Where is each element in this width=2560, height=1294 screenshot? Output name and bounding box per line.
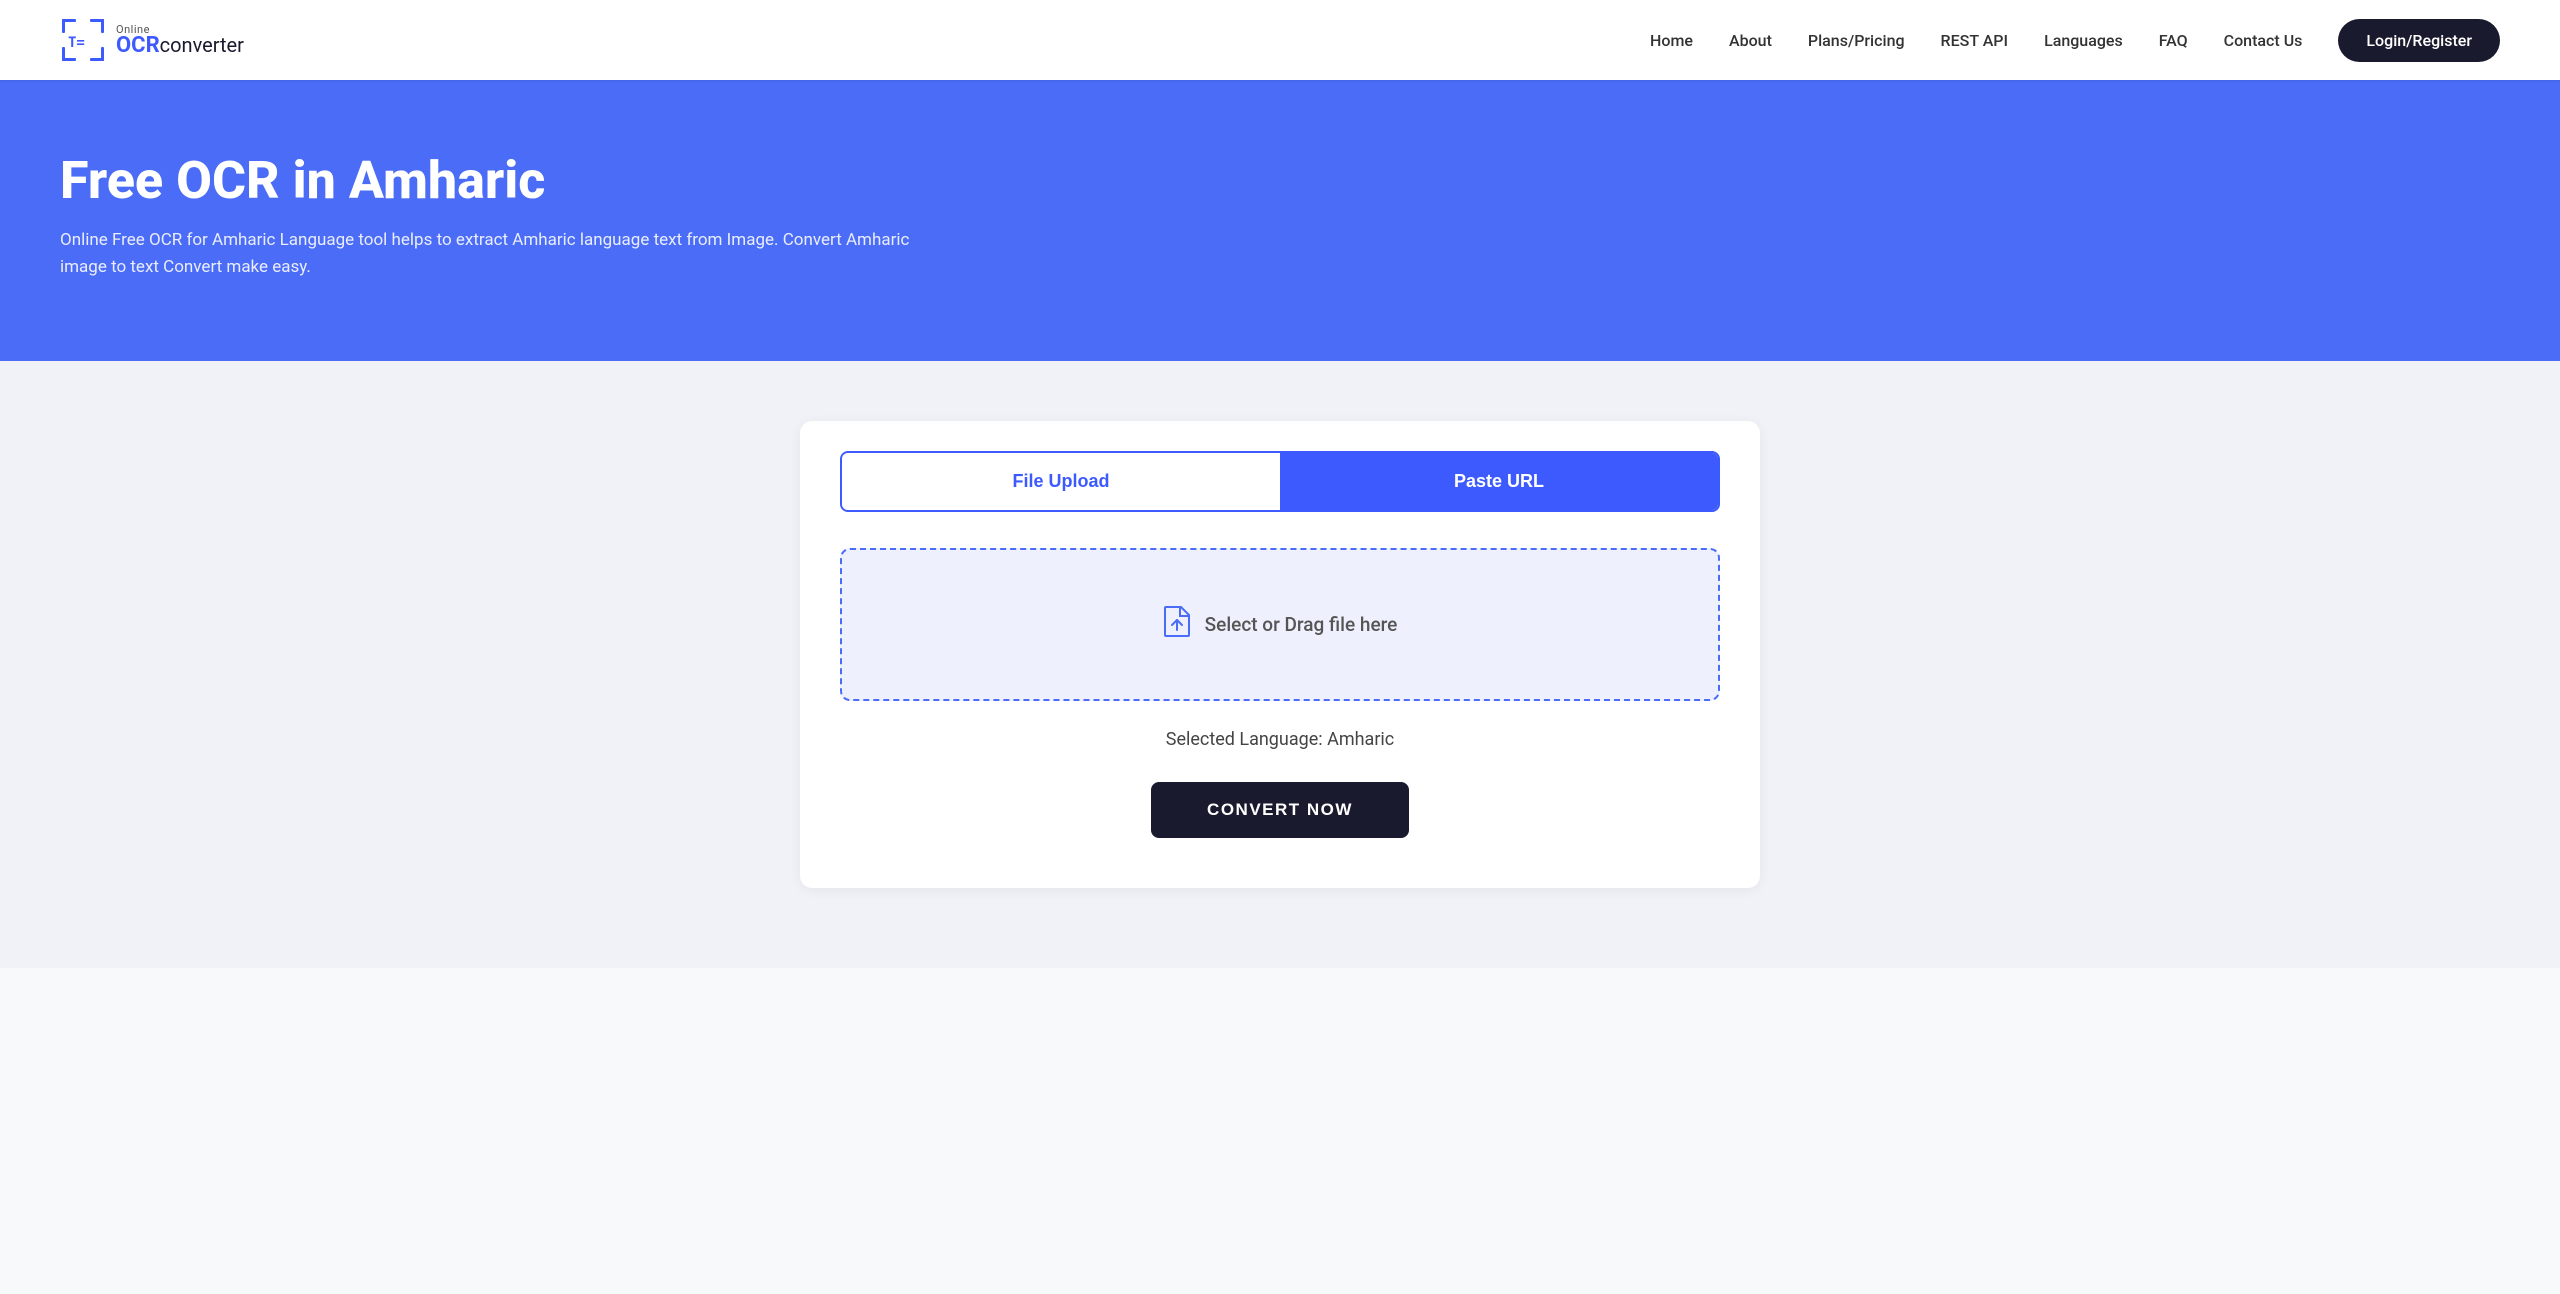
tab-switcher: File Upload Paste URL [840,451,1720,512]
file-drop-zone[interactable]: Select or Drag file here [840,548,1720,701]
nav-faq[interactable]: FAQ [2159,31,2188,50]
nav-about[interactable]: About [1729,31,1772,50]
convert-now-button[interactable]: CONVERT NOW [1151,782,1409,838]
nav-languages[interactable]: Languages [2044,31,2123,50]
hero-subtitle: Online Free OCR for Amharic Language too… [60,227,960,281]
hero-title: Free OCR in Amharic [60,150,2500,211]
nav-links: Home About Plans/Pricing REST API Langua… [1650,31,2500,50]
drop-zone-label: Select or Drag file here [1205,613,1398,636]
login-register-button[interactable]: Login/Register [2338,19,2500,62]
main-content: File Upload Paste URL Select or Drag fil… [0,361,2560,968]
nav-plans-pricing[interactable]: Plans/Pricing [1808,31,1905,50]
brand-text: Online OCRconverter [116,24,244,57]
svg-text:T=: T= [68,35,85,51]
navbar: T= Online OCRconverter Home About Plans/… [0,0,2560,80]
selected-language-label: Selected Language: Amharic [840,729,1720,750]
ocr-logo-icon: T= [60,17,106,63]
hero-section: Free OCR in Amharic Online Free OCR for … [0,80,2560,361]
brand-name-label: OCRconverter [116,35,244,57]
nav-contact-us[interactable]: Contact Us [2224,31,2303,50]
brand-logo-link[interactable]: T= Online OCRconverter [60,17,244,63]
tab-file-upload[interactable]: File Upload [842,453,1280,510]
converter-card: File Upload Paste URL Select or Drag fil… [800,421,1760,888]
nav-rest-api[interactable]: REST API [1941,31,2009,50]
file-upload-icon [1163,605,1191,644]
tab-paste-url[interactable]: Paste URL [1280,453,1718,510]
nav-home[interactable]: Home [1650,31,1693,50]
